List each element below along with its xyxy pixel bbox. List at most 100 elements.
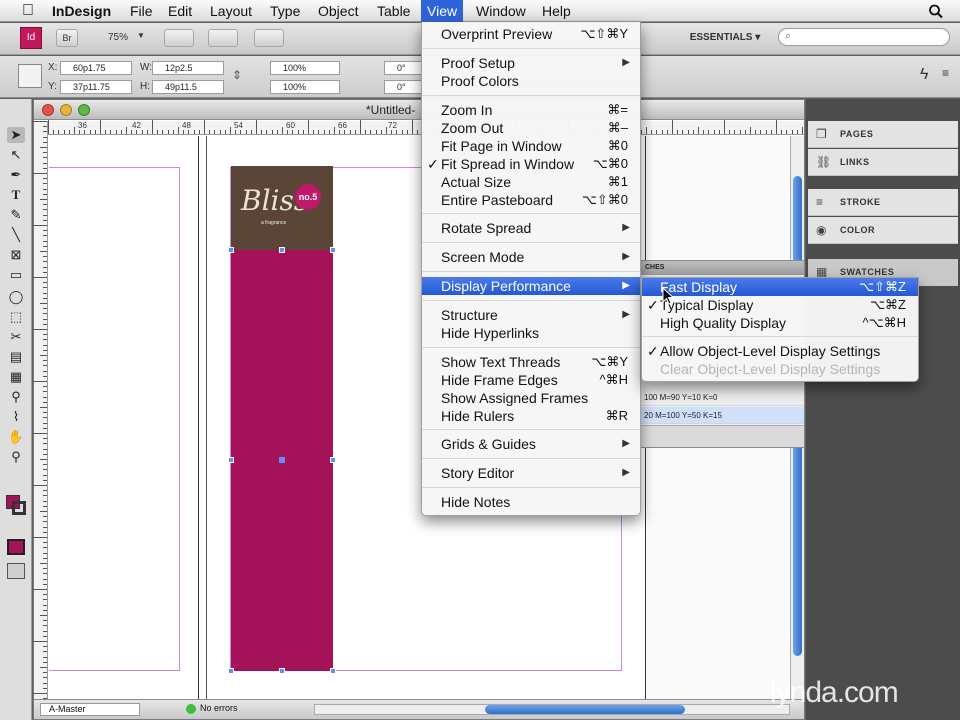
menu-item-hide-notes[interactable]: Hide Notes: [422, 493, 640, 511]
stroke-swatch[interactable]: [12, 501, 26, 515]
menu-item-fast-display[interactable]: Fast Display ⌥⇧⌘Z: [642, 278, 918, 296]
menu-item-entire-pasteboard[interactable]: Entire Pasteboard ⌥⇧⌘0: [422, 191, 640, 209]
panel-menu-icon[interactable]: ≡: [942, 66, 949, 80]
type-tool-icon[interactable]: T: [7, 187, 25, 203]
minimize-icon[interactable]: [60, 104, 72, 116]
menu-app[interactable]: InDesign: [52, 0, 111, 22]
menu-view[interactable]: View: [421, 0, 464, 22]
ellipse-tool-icon[interactable]: ◯: [7, 289, 25, 305]
scale-y-field[interactable]: 100%: [270, 80, 340, 94]
scissors-tool-icon[interactable]: ✂: [7, 329, 25, 345]
zoom-level[interactable]: 75%: [108, 32, 128, 43]
selection-handle[interactable]: [228, 457, 234, 463]
horizontal-scrollbar[interactable]: [314, 704, 790, 715]
rectangle-tool-icon[interactable]: ▭: [7, 267, 25, 283]
workspace-switcher[interactable]: ESSENTIALS ▾: [680, 29, 770, 47]
menu-item-show-assigned-frames[interactable]: Show Assigned Frames: [422, 389, 640, 407]
menu-item-hide-frame-edges[interactable]: Hide Frame Edges ^⌘H: [422, 371, 640, 389]
h-field[interactable]: 49p11.5: [152, 80, 224, 94]
menu-help[interactable]: Help: [542, 0, 571, 22]
zoom-window-icon[interactable]: [78, 104, 90, 116]
menu-item-typical-display[interactable]: ✓ Typical Display ⌥⌘Z: [642, 296, 918, 314]
selection-handle[interactable]: [330, 668, 336, 674]
selection-handle[interactable]: [330, 457, 336, 463]
menu-item-high-quality-display[interactable]: High Quality Display ^⌥⌘H: [642, 314, 918, 332]
gradient-tool-icon[interactable]: ▤: [7, 349, 25, 365]
search-icon[interactable]: [928, 0, 944, 22]
selection-handle[interactable]: [330, 247, 336, 253]
formatting-container-icon[interactable]: [7, 539, 25, 555]
menu-window[interactable]: Window: [476, 0, 526, 22]
vertical-ruler[interactable]: [33, 121, 48, 700]
menu-item-hide-rulers[interactable]: Hide Rulers ⌘R: [422, 407, 640, 425]
menu-item-zoom-in[interactable]: Zoom In ⌘=: [422, 101, 640, 119]
menu-file[interactable]: File: [130, 0, 153, 22]
pencil-tool-icon[interactable]: ✎: [7, 207, 25, 223]
menu-table[interactable]: Table: [377, 0, 410, 22]
panel-stroke[interactable]: ≡ STROKE: [808, 189, 958, 216]
menu-item-fit-spread[interactable]: ✓ Fit Spread in Window ⌥⌘0: [422, 155, 640, 173]
selection-handle[interactable]: [228, 247, 234, 253]
close-icon[interactable]: [42, 104, 54, 116]
menu-edit[interactable]: Edit: [168, 0, 192, 22]
constrain-proportions-icon[interactable]: ⇕: [232, 68, 242, 82]
rectangle-frame-tool-icon[interactable]: ⊠: [7, 247, 25, 263]
scrollbar-thumb[interactable]: [485, 705, 685, 714]
page-selector[interactable]: A-Master: [40, 703, 140, 716]
scale-x-field[interactable]: 100%: [270, 61, 340, 75]
menu-item-allow-object-level[interactable]: ✓ Allow Object-Level Display Settings: [642, 342, 918, 360]
hand-tool-icon[interactable]: ✋: [7, 429, 25, 445]
menu-item-fit-page[interactable]: Fit Page in Window ⌘0: [422, 137, 640, 155]
selection-center[interactable]: [279, 457, 285, 463]
x-field[interactable]: 60p1.75: [60, 61, 132, 75]
preflight-status[interactable]: No errors: [200, 703, 238, 713]
zoom-tool-icon[interactable]: ⚲: [7, 449, 25, 465]
free-transform-tool-icon[interactable]: ⬚: [7, 309, 25, 325]
view-options-button[interactable]: [164, 29, 194, 47]
menu-item-proof-colors[interactable]: Proof Colors: [422, 72, 640, 90]
screen-mode-button[interactable]: [208, 29, 238, 47]
eyedropper-tool-icon[interactable]: ⚲: [7, 389, 25, 405]
arrange-documents-button[interactable]: [254, 29, 284, 47]
y-field[interactable]: 37p11.75: [60, 80, 132, 94]
lightning-icon[interactable]: ϟ: [920, 66, 928, 84]
measure-tool-icon[interactable]: ⌇: [7, 409, 25, 425]
selection-handle[interactable]: [279, 247, 285, 253]
menu-item-display-performance[interactable]: Display Performance ▶: [422, 277, 640, 295]
selection-tool-icon[interactable]: ➤: [7, 127, 25, 143]
zoom-dropdown-icon[interactable]: ▼: [137, 31, 145, 40]
line-tool-icon[interactable]: ╲: [7, 227, 25, 243]
menu-item-grids-guides[interactable]: Grids & Guides ▶: [422, 435, 640, 453]
panel-links[interactable]: ⛓ LINKS: [808, 149, 958, 176]
menu-item-overprint-preview[interactable]: Overprint Preview ⌥⇧⌘Y: [422, 25, 640, 43]
selection-handle[interactable]: [279, 668, 285, 674]
swatches-tab[interactable]: CHES: [641, 261, 804, 275]
screen-mode-icon[interactable]: [7, 563, 25, 579]
w-field[interactable]: 12p2.5: [152, 61, 224, 75]
note-tool-icon[interactable]: ▦: [7, 369, 25, 385]
panel-pages[interactable]: ❐ PAGES: [808, 121, 958, 148]
panel-color[interactable]: ◉ COLOR: [808, 217, 958, 244]
menu-item-screen-mode[interactable]: Screen Mode ▶: [422, 248, 640, 266]
menu-item-zoom-out[interactable]: Zoom Out ⌘–: [422, 119, 640, 137]
swatch-row[interactable]: 100 M=90 Y=10 K=0: [641, 389, 804, 406]
search-field[interactable]: ⌕: [778, 28, 950, 46]
menu-item-actual-size[interactable]: Actual Size ⌘1: [422, 173, 640, 191]
menu-item-hide-hyperlinks[interactable]: Hide Hyperlinks: [422, 324, 640, 342]
menu-layout[interactable]: Layout: [210, 0, 252, 22]
apple-icon[interactable]: : [22, 0, 34, 22]
selection-handle[interactable]: [228, 668, 234, 674]
menu-item-show-text-threads[interactable]: Show Text Threads ⌥⌘Y: [422, 353, 640, 371]
menu-item-structure[interactable]: Structure ▶: [422, 306, 640, 324]
menu-item-rotate-spread[interactable]: Rotate Spread ▶: [422, 219, 640, 237]
menu-type[interactable]: Type: [270, 0, 300, 22]
reference-point-icon[interactable]: [18, 64, 42, 88]
bridge-button[interactable]: Br: [56, 29, 78, 47]
direct-selection-tool-icon[interactable]: ↖: [7, 147, 25, 163]
menu-item-story-editor[interactable]: Story Editor ▶: [422, 464, 640, 482]
menu-object[interactable]: Object: [318, 0, 358, 22]
menu-item-proof-setup[interactable]: Proof Setup ▶: [422, 54, 640, 72]
pen-tool-icon[interactable]: ✒: [7, 167, 25, 183]
brand-header-frame[interactable]: Bliss no.5 a fragrance: [231, 166, 333, 250]
swatch-row[interactable]: 20 M=100 Y=50 K=15: [641, 407, 804, 424]
